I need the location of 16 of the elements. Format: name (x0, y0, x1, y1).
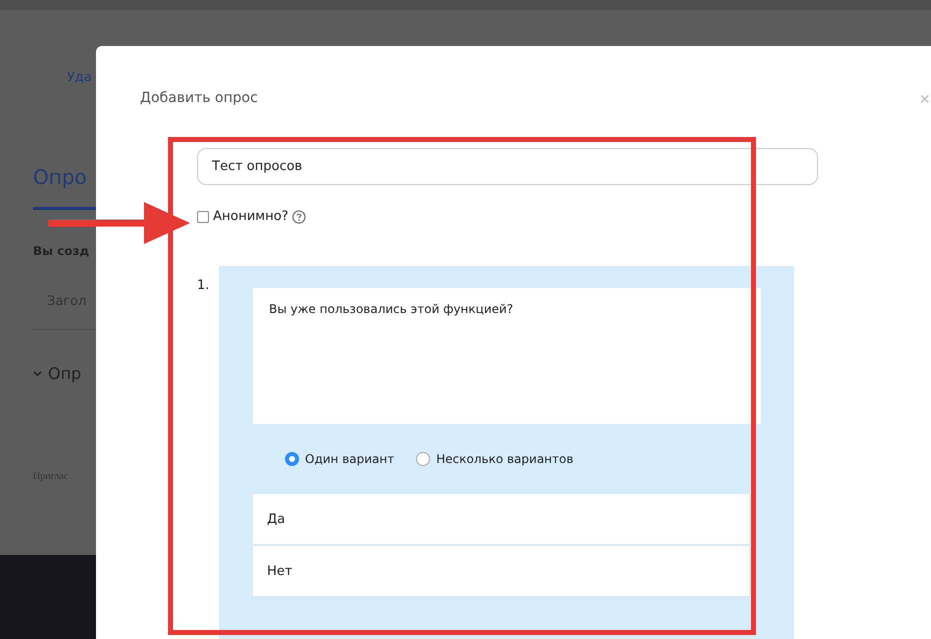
answer-type-radio[interactable]: Один вариант (285, 452, 394, 466)
radio-label: Один вариант (305, 452, 394, 466)
title-input-field[interactable]: Тест опросов (197, 148, 818, 185)
section-heading: Вы созд (33, 244, 90, 258)
question-number: 1. (197, 278, 210, 295)
dialog-title: Добавить опрос (140, 90, 258, 108)
checkbox[interactable] (197, 210, 209, 222)
answer-field[interactable]: Нет (253, 546, 749, 598)
help-icon[interactable] (292, 210, 306, 224)
answer-field[interactable]: Да (253, 494, 749, 546)
radio-icon[interactable] (285, 452, 299, 466)
checkbox-label: Анонимно? (213, 209, 288, 224)
question-text-field[interactable]: Вы уже пользовались этой функцией? (253, 288, 761, 424)
radio-icon[interactable] (416, 452, 430, 466)
tab-underline (33, 207, 96, 210)
chevron-icon[interactable] (33, 369, 42, 378)
